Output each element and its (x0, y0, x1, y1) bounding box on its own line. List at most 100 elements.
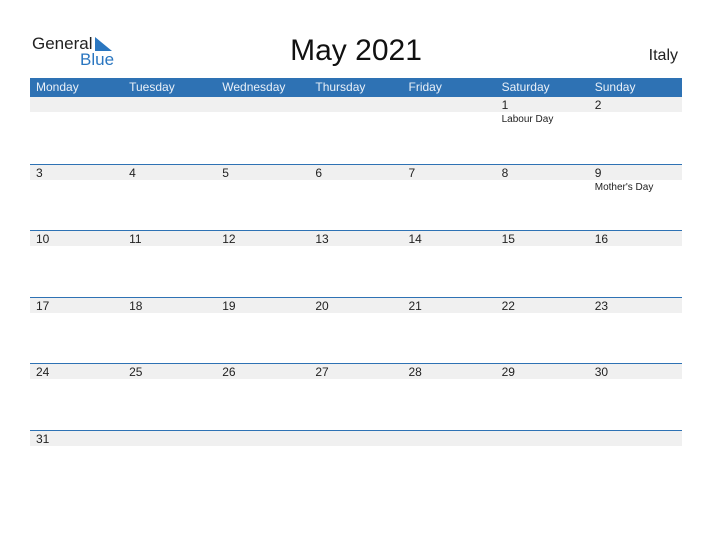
day-cell: 3 (30, 165, 124, 231)
day-cell: 11 (123, 231, 217, 297)
day-number: 22 (495, 298, 589, 313)
weekday-wednesday: Wednesday (222, 80, 286, 94)
day-cell: 28 (402, 364, 496, 430)
day-cell (30, 97, 124, 163)
day-cell: 5 (216, 165, 310, 231)
day-cell (123, 431, 217, 497)
day-number: 17 (30, 298, 124, 313)
day-cell: 29 (495, 364, 589, 430)
day-number: 4 (123, 165, 217, 180)
day-cell: 7 (402, 165, 496, 231)
day-cell: 26 (216, 364, 310, 430)
day-number (123, 431, 217, 446)
week-row: 3 4 5 6 7 8 9 Mother's Day (30, 164, 682, 231)
day-cell: 19 (216, 298, 310, 364)
day-cell: 16 (588, 231, 682, 297)
day-number (216, 431, 310, 446)
day-cell (309, 431, 403, 497)
day-cell: 25 (123, 364, 217, 430)
day-number: 5 (216, 165, 310, 180)
week-row: 31 (30, 430, 682, 497)
day-number: 26 (216, 364, 310, 379)
day-number: 24 (30, 364, 124, 379)
day-number: 20 (309, 298, 403, 313)
day-cell: 30 (588, 364, 682, 430)
day-number (588, 431, 682, 446)
day-cell: 22 (495, 298, 589, 364)
day-number: 21 (402, 298, 496, 313)
day-number: 19 (216, 298, 310, 313)
day-number (309, 97, 403, 112)
day-cell: 2 (588, 97, 682, 163)
day-cell: 18 (123, 298, 217, 364)
day-cell (402, 431, 496, 497)
day-number: 10 (30, 231, 124, 246)
day-number: 8 (495, 165, 589, 180)
day-cell: 9 Mother's Day (588, 165, 682, 231)
day-cell (216, 431, 310, 497)
day-number: 3 (30, 165, 124, 180)
day-cell: 24 (30, 364, 124, 430)
weekday-header: Monday Tuesday Wednesday Thursday Friday… (30, 78, 682, 97)
day-number: 23 (588, 298, 682, 313)
day-cell: 31 (30, 431, 124, 497)
day-number: 27 (309, 364, 403, 379)
day-number: 18 (123, 298, 217, 313)
week-row: 10 11 12 13 14 15 16 (30, 230, 682, 297)
holiday-label: Mother's Day (594, 182, 654, 193)
day-cell (495, 431, 589, 497)
day-cell (402, 97, 496, 163)
day-cell: 12 (216, 231, 310, 297)
day-cell: 6 (309, 165, 403, 231)
day-number: 15 (495, 231, 589, 246)
day-number (402, 97, 496, 112)
day-cell: 23 (588, 298, 682, 364)
day-cell: 27 (309, 364, 403, 430)
day-number: 9 (588, 165, 682, 180)
week-row: 1 Labour Day 2 (30, 97, 682, 163)
day-cell: 21 (402, 298, 496, 364)
day-cell: 1 Labour Day (495, 97, 589, 163)
country-label: Italy (648, 47, 678, 64)
day-number (216, 97, 310, 112)
day-number: 14 (402, 231, 496, 246)
holiday-label: Labour Day (501, 114, 554, 125)
day-number (309, 431, 403, 446)
day-number: 1 (495, 97, 589, 112)
weekday-friday: Friday (408, 80, 442, 94)
weekday-saturday: Saturday (501, 80, 550, 94)
day-cell: 8 (495, 165, 589, 231)
day-number: 28 (402, 364, 496, 379)
weekday-tuesday: Tuesday (129, 80, 175, 94)
day-number: 31 (30, 431, 124, 446)
day-cell (123, 97, 217, 163)
day-number: 7 (402, 165, 496, 180)
week-row: 24 25 26 27 28 29 30 (30, 363, 682, 430)
day-number (495, 431, 589, 446)
day-cell: 10 (30, 231, 124, 297)
day-cell: 20 (309, 298, 403, 364)
day-cell: 13 (309, 231, 403, 297)
day-number: 2 (588, 97, 682, 112)
day-cell: 4 (123, 165, 217, 231)
day-cell: 17 (30, 298, 124, 364)
weekday-thursday: Thursday (315, 80, 366, 94)
weekday-sunday: Sunday (594, 80, 636, 94)
day-number: 25 (123, 364, 217, 379)
day-cell (309, 97, 403, 163)
week-row: 17 18 19 20 21 22 23 (30, 297, 682, 364)
day-number: 29 (495, 364, 589, 379)
day-number: 16 (588, 231, 682, 246)
day-number: 12 (216, 231, 310, 246)
day-cell: 14 (402, 231, 496, 297)
day-cell (588, 431, 682, 497)
day-number: 13 (309, 231, 403, 246)
day-number: 6 (309, 165, 403, 180)
day-cell: 15 (495, 231, 589, 297)
weekday-monday: Monday (36, 80, 79, 94)
day-number (123, 97, 217, 112)
day-cell (216, 97, 310, 163)
day-number: 11 (123, 231, 217, 246)
day-number (30, 97, 124, 112)
day-number: 30 (588, 364, 682, 379)
